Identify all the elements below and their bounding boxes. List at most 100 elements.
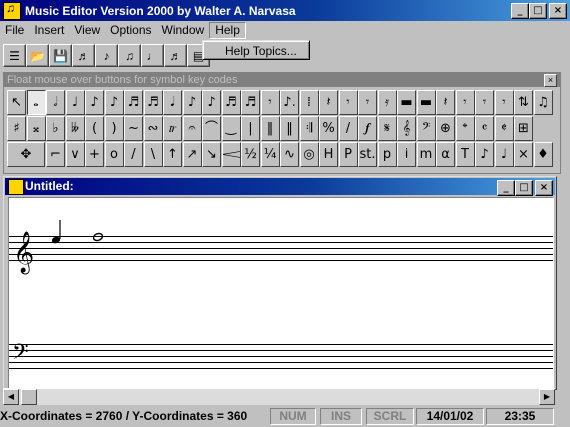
palette-symbol-r3-c24[interactable]: T — [455, 142, 475, 167]
app-icon[interactable] — [3, 1, 21, 20]
palette-symbol-r3-c11[interactable]: ↘ — [202, 142, 221, 167]
tool-icon-1[interactable]: ♬ — [72, 44, 95, 67]
palette-symbol-r1-c9[interactable]: 𝅘𝅥 — [163, 90, 182, 115]
palette-symbol-r1-c5[interactable]: ♪ — [85, 90, 104, 115]
palette-symbol-r1-c3[interactable]: 𝅗𝅥 — [46, 90, 65, 115]
palette-symbol-r3-c1[interactable]: ⊞ — [514, 116, 533, 141]
palette-symbol-r2-c8[interactable]: ~ — [124, 116, 143, 141]
palette-symbol-r2-c17[interactable]: 𝄇 — [299, 116, 319, 141]
doc-minimize-button[interactable]: _ — [497, 180, 515, 196]
palette-symbol-r1-c26[interactable]: 𝄾 — [494, 90, 514, 115]
maximize-button[interactable]: □ — [529, 3, 547, 19]
tool-icon-4[interactable]: ♩ — [141, 44, 164, 67]
palette-symbol-r3-c27[interactable]: × — [514, 142, 533, 167]
tool-icon-3[interactable]: ♫ — [118, 44, 141, 67]
palette-symbol-r2-c19[interactable]: / — [338, 116, 358, 141]
palette-symbol-r1-c1[interactable]: ↖ — [7, 90, 26, 115]
palette-symbol-r3-c16[interactable]: ◎ — [299, 142, 319, 167]
palette-symbol-r2-c15[interactable]: ‖ — [260, 116, 280, 141]
score-canvas[interactable]: 𝄞 𝄢 — [8, 197, 554, 389]
palette-symbol-r3-c13[interactable]: ½ — [241, 142, 260, 167]
palette-symbol-r2-c22[interactable]: 𝄞 — [397, 116, 416, 141]
palette-symbol-r1-c19[interactable]: 𝄾 — [358, 90, 377, 115]
palette-symbol-r2-c6[interactable]: ( — [85, 116, 104, 141]
open-icon[interactable]: 📂 — [26, 44, 49, 67]
palette-symbol-r2-c11[interactable]: 𝄐 — [182, 116, 202, 141]
palette-symbol-r3-c8[interactable]: \ — [143, 142, 163, 167]
palette-symbol-r3-c4[interactable]: ∨ — [65, 142, 85, 167]
palette-symbol-r1-c14[interactable]: 𝄾 — [260, 90, 280, 115]
doc-maximize-button[interactable]: □ — [515, 180, 533, 196]
palette-symbol-r3-c7[interactable]: / — [124, 142, 143, 167]
palette-symbol-r2-c20[interactable]: 𝆑 — [358, 116, 377, 141]
palette-symbol-r1-c22[interactable]: ▬ — [416, 90, 436, 115]
palette-symbol-r3-c22[interactable]: m — [416, 142, 436, 167]
palette-symbol-r2-c7[interactable]: ) — [104, 116, 124, 141]
palette-symbol-r3-c9[interactable]: ↑ — [163, 142, 182, 167]
menu-window[interactable]: Window — [157, 22, 210, 39]
menu-insert[interactable]: Insert — [29, 22, 69, 39]
palette-symbol-r3-c23[interactable]: α — [436, 142, 455, 167]
list-icon[interactable]: ☰ — [3, 44, 26, 67]
palette-symbol-r2-c25[interactable]: 𝄌 — [455, 116, 475, 141]
palette-symbol-r1-c15[interactable]: ♪. — [280, 90, 299, 115]
close-button[interactable]: × — [549, 3, 567, 19]
doc-close-button[interactable]: × — [535, 180, 553, 196]
quarter-note[interactable] — [51, 220, 61, 244]
palette-symbol-r3-c2[interactable]: ✥ — [7, 142, 45, 167]
palette-symbol-r1-c6[interactable]: ♪ — [104, 90, 124, 115]
tool-icon-5[interactable]: ♬ — [164, 44, 187, 67]
palette-symbol-r3-c25[interactable]: ♪ — [475, 142, 494, 167]
palette-symbol-r3-c12[interactable]: 𝆒 — [221, 142, 241, 167]
palette-symbol-r3-c3[interactable]: ⌐ — [46, 142, 65, 167]
menu-view[interactable]: View — [69, 22, 105, 39]
palette-symbol-r2-c13[interactable]: ‿ — [221, 116, 241, 141]
palette-symbol-r3-c28[interactable]: ♦ — [533, 142, 553, 167]
palette-symbol-r1-c8[interactable]: ♬ — [143, 90, 163, 115]
palette-symbol-r1-c21[interactable]: ▬ — [397, 90, 416, 115]
palette-symbol-r3-c15[interactable]: ∿ — [280, 142, 299, 167]
save-icon[interactable]: 💾 — [49, 44, 72, 67]
palette-symbol-r1-c2[interactable]: 𝅝 — [26, 90, 46, 115]
palette-symbol-r2-c16[interactable]: ‖ — [280, 116, 299, 141]
palette-symbol-r3-c26[interactable]: ♩ — [494, 142, 514, 167]
palette-symbol-r2-c5[interactable]: 𝄫 — [65, 116, 85, 141]
palette-symbol-r2-c2[interactable]: ♯ — [7, 116, 26, 141]
help-topics-item[interactable]: Help Topics... — [225, 44, 297, 58]
document-icon[interactable] — [8, 179, 24, 195]
palette-symbol-r2-c26[interactable]: 𝄴 — [475, 116, 494, 141]
palette-symbol-r3-c14[interactable]: ¼ — [260, 142, 280, 167]
palette-symbol-r2-c18[interactable]: % — [319, 116, 338, 141]
tool-icon-2[interactable]: ♪ — [95, 44, 118, 67]
palette-symbol-r2-c23[interactable]: 𝄢 — [416, 116, 436, 141]
palette-symbol-r1-c25[interactable]: 𝄾 — [475, 90, 494, 115]
menu-help[interactable]: Help — [209, 22, 246, 39]
palette-symbol-r2-c9[interactable]: ∾ — [143, 116, 163, 141]
scroll-thumb[interactable] — [21, 389, 37, 405]
palette-symbol-r2-c3[interactable]: 𝄪 — [26, 116, 46, 141]
palette-symbol-r1-c12[interactable]: ♬ — [221, 90, 241, 115]
minimize-button[interactable]: _ — [511, 3, 529, 19]
palette-symbol-r2-c24[interactable]: ⊕ — [436, 116, 455, 141]
palette-symbol-r1-c16[interactable]: ⁞ — [299, 90, 319, 115]
palette-symbol-r3-c17[interactable]: H — [319, 142, 338, 167]
horizontal-scrollbar[interactable]: ◀ ▶ — [3, 388, 555, 405]
menu-file[interactable]: File — [0, 22, 29, 39]
palette-symbol-r2-c12[interactable]: ⌒ — [202, 116, 221, 141]
palette-symbol-r3-c19[interactable]: st. — [358, 142, 377, 167]
palette-symbol-r1-c20[interactable]: 𝄿 — [377, 90, 397, 115]
scroll-right-icon[interactable]: ▶ — [539, 389, 555, 405]
palette-symbol-r3-c10[interactable]: ↗ — [182, 142, 202, 167]
palette-symbol-r1-c27[interactable]: ⇅ — [514, 90, 533, 115]
palette-symbol-r2-c1[interactable]: ♫ — [533, 90, 553, 115]
palette-close-icon[interactable]: × — [544, 74, 557, 87]
palette-symbol-r2-c10[interactable]: 𝆖 — [163, 116, 182, 141]
palette-symbol-r1-c4[interactable]: ♩ — [65, 90, 85, 115]
palette-symbol-r2-c27[interactable]: 𝄵 — [494, 116, 514, 141]
menu-options[interactable]: Options — [105, 22, 156, 39]
palette-symbol-r1-c11[interactable]: ♪ — [202, 90, 221, 115]
palette-symbol-r1-c7[interactable]: ♬ — [124, 90, 143, 115]
palette-symbol-r1-c10[interactable]: ♪ — [182, 90, 202, 115]
palette-symbol-r1-c17[interactable]: 𝄽 — [319, 90, 338, 115]
palette-symbol-r3-c18[interactable]: P — [338, 142, 358, 167]
